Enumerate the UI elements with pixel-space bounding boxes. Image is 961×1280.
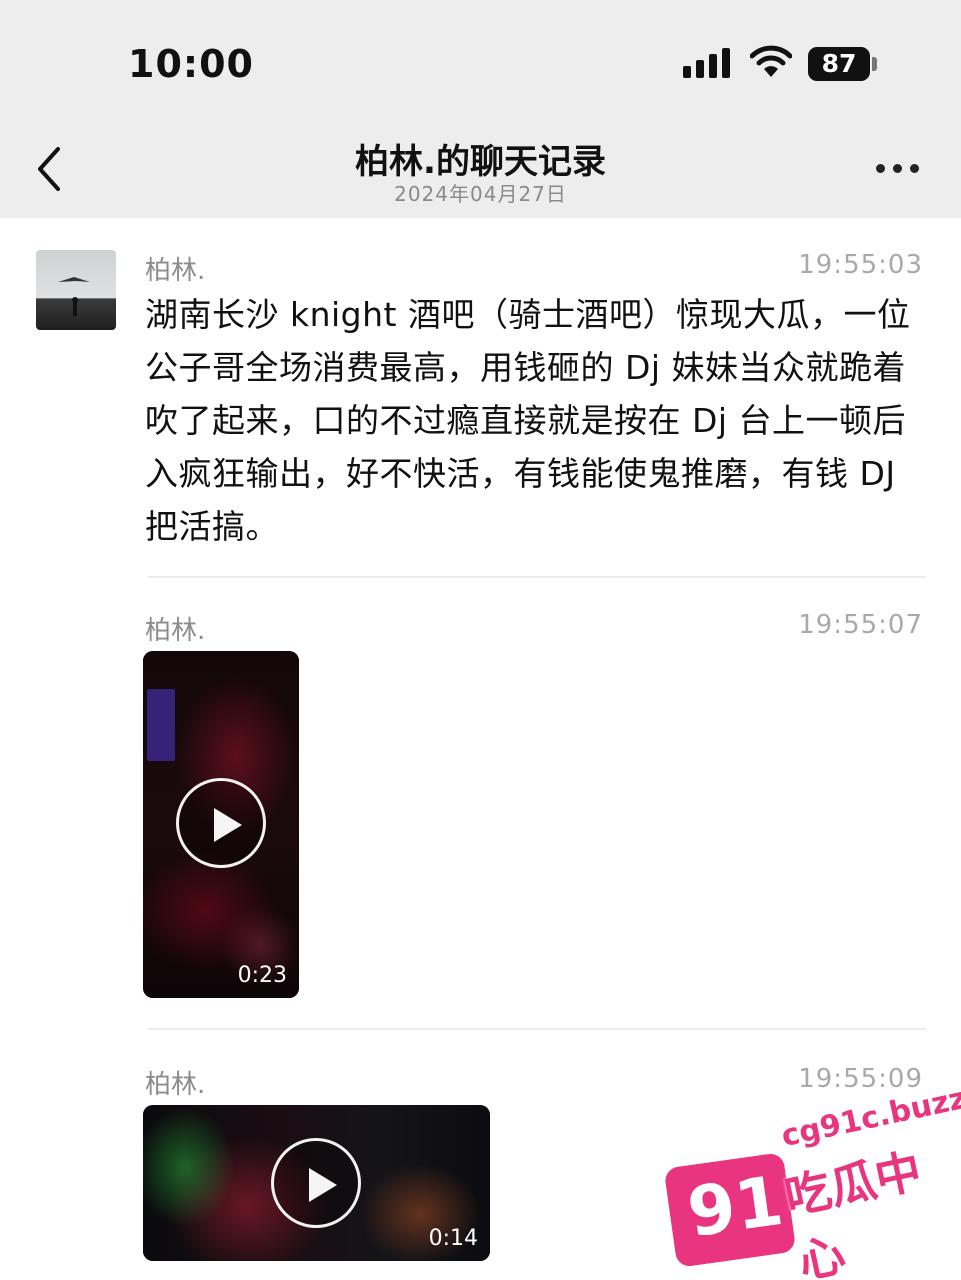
avatar-image xyxy=(58,277,90,316)
message-time: 19:55:03 xyxy=(798,250,923,280)
video-thumbnail[interactable]: 0:14 xyxy=(143,1105,490,1261)
divider xyxy=(148,576,926,578)
battery-tip xyxy=(872,57,877,71)
battery-icon: 87 xyxy=(808,47,870,81)
watermark-name: 吃瓜中心 xyxy=(780,1143,927,1280)
video-duration: 0:14 xyxy=(428,1226,478,1251)
message-time: 19:55:07 xyxy=(798,610,923,640)
watermark-logo: 91 cg91c.buzz 吃瓜中心 xyxy=(663,1081,961,1280)
message-text: 湖南长沙 knight 酒吧（骑士酒吧）惊现大瓜，一位公子哥全场消费最高，用钱砸… xyxy=(145,295,911,546)
sender-name: 柏林. xyxy=(145,256,206,286)
video-thumbnail[interactable]: 0:23 xyxy=(143,651,299,998)
sender-name: 柏林. xyxy=(145,1070,206,1100)
wifi-icon xyxy=(750,45,792,77)
more-options-icon[interactable] xyxy=(872,158,924,178)
top-bar: 10:00 87 柏林.的聊天记录 2024年04月27日 xyxy=(0,0,961,218)
sender-name: 柏林. xyxy=(145,616,206,646)
video-duration: 0:23 xyxy=(237,963,287,988)
divider xyxy=(148,1028,926,1030)
play-icon[interactable] xyxy=(271,1138,361,1228)
play-icon[interactable] xyxy=(176,778,266,868)
watermark-number: 91 xyxy=(682,1161,788,1254)
cellular-signal-icon xyxy=(683,48,731,78)
avatar[interactable] xyxy=(36,250,116,330)
status-time: 10:00 xyxy=(128,42,254,86)
chat-record-title: 柏林.的聊天记录 xyxy=(355,142,606,182)
chat-record-date: 2024年04月27日 xyxy=(394,182,567,206)
channel-badge xyxy=(147,689,175,761)
